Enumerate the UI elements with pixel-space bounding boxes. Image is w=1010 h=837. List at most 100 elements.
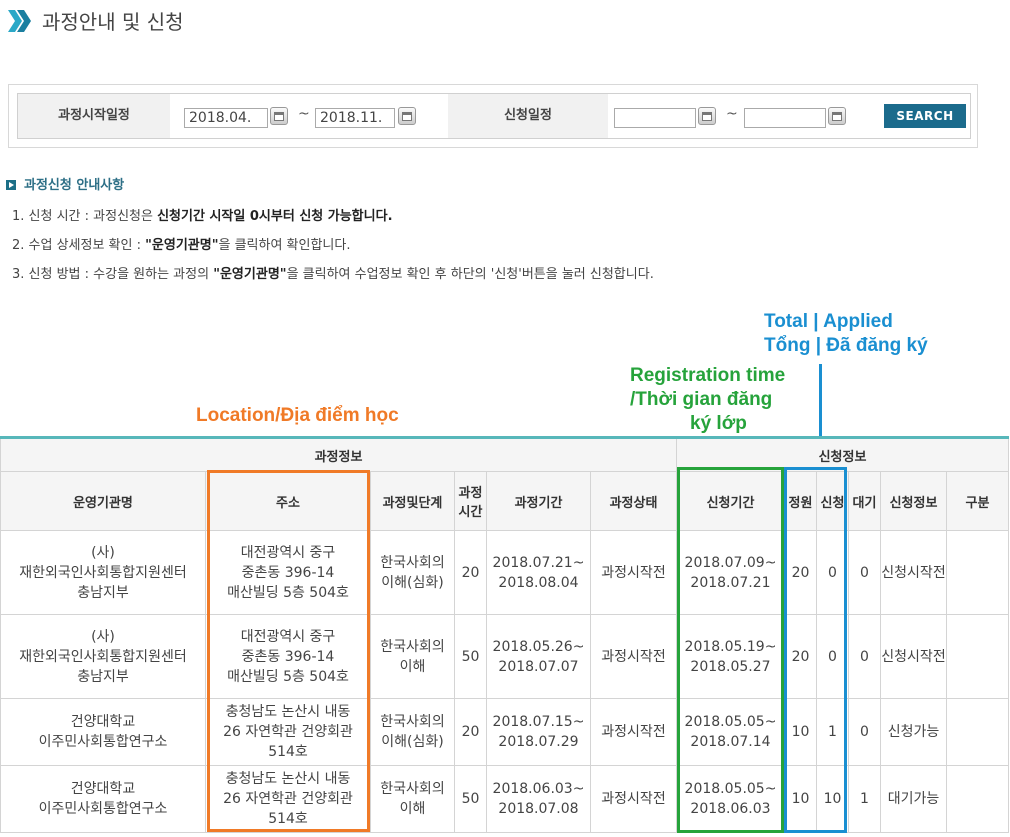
period-line: 2018.05.26~ (492, 638, 585, 655)
table-header-row: 운영기관명 주소 과정및단계 과정 시간 과정기간 과정상태 신청기간 정원 신청… (0, 471, 1009, 531)
notice-item-2: 2. 수업 상세정보 확인 : "운영기관명"을 클릭하여 확인합니다. (12, 234, 350, 253)
course-start-label: 과정시작일정 (18, 94, 170, 138)
capacity-cell: 20 (784, 614, 817, 699)
org-link[interactable]: (사) 재한외국인사회통합지원센터 충남지부 (0, 530, 206, 615)
status-cell: 과정시작전 (590, 614, 677, 699)
col-apply-period: 신청기간 (676, 471, 785, 531)
period-line: 2018.07.08 (498, 801, 579, 817)
waiting-cell: 0 (848, 530, 881, 615)
hours-cell: 20 (454, 698, 487, 766)
course-start-to-input[interactable]: 2018.11. (315, 108, 395, 128)
col-hours: 과정 시간 (454, 471, 487, 531)
level-line: 한국사회의 (380, 781, 445, 797)
addr-line: 중촌동 396-14 (241, 564, 335, 581)
annotation-line: Tổng | Đã đăng ký (764, 335, 928, 356)
addr-line: 26 자연학관 건양회관 (223, 724, 353, 740)
org-line: 재한외국인사회통합지원센터 (19, 648, 187, 665)
level-line: 한국사회의 (380, 554, 445, 571)
waiting-cell: 0 (848, 614, 881, 699)
addr-line: 26 자연학관 건양회관 (223, 791, 353, 807)
hours-cell: 50 (454, 765, 487, 833)
double-chevron-icon (8, 10, 31, 32)
apply-line: 2018.05.05~ (684, 781, 777, 797)
notice-title: 과정신청 안내사항 (6, 174, 124, 193)
apply-line: 2018.05.19~ (684, 638, 777, 655)
org-link[interactable]: 건양대학교이주민사회통합연구소 (0, 765, 206, 833)
kind-cell (946, 698, 1009, 766)
addr-line: 충청남도 논산시 내동 (225, 771, 351, 787)
apply-from-input[interactable] (614, 108, 696, 128)
course-start-from-input[interactable]: 2018.04. (184, 108, 268, 128)
notice-emphasis: "운영기관명" (213, 267, 287, 282)
annotation-location: Location/Địa điểm học (196, 405, 399, 426)
apply-info-cell: 신청시작전 (880, 614, 947, 699)
page-header: 과정안내 및 신청 (0, 0, 1010, 40)
level-line: 이해 (399, 801, 426, 817)
apply-to-input[interactable] (744, 108, 826, 128)
annotation-total-applied: Total | Applied Tổng | Đã đăng ký (764, 310, 928, 358)
period-cell: 2018.07.21~ 2018.08.04 (486, 530, 591, 615)
apply-line: 2018.05.05~ (684, 714, 777, 730)
waiting-cell: 0 (848, 698, 881, 766)
col-waiting: 대기 (848, 471, 881, 531)
calendar-icon[interactable] (270, 107, 288, 125)
notice-emphasis: 신청기간 시작일 0시부터 신청 가능합니다. (157, 209, 393, 224)
notice-text: 2. 수업 상세정보 확인 : (12, 238, 146, 253)
search-button[interactable]: SEARCH (884, 104, 966, 128)
apply-info-cell: 대기가능 (880, 765, 947, 833)
applied-cell: 10 (816, 765, 849, 833)
level-line: 이해 (399, 658, 426, 675)
col-hours-l2: 시간 (458, 505, 483, 520)
apply-line: 2018.07.09~ (684, 554, 777, 571)
apply-info-cell: 신청가능 (880, 698, 947, 766)
apply-line: 2018.05.27 (690, 658, 771, 675)
annotation-line: /Thời gian đăng (630, 389, 773, 410)
status-cell: 과정시작전 (590, 530, 677, 615)
apply-period-cell: 2018.05.05~ 2018.07.14 (676, 698, 785, 766)
org-line: (사) (91, 544, 115, 561)
addr-line: 514호 (268, 811, 308, 827)
annotation-line: ký lớp (690, 413, 747, 434)
col-kind: 구분 (946, 471, 1009, 531)
notice-text: 1. 신청 시간 : 과정신청은 (12, 209, 158, 224)
org-line: 건양대학교 (70, 781, 136, 797)
addr-line: 대전광역시 중구 (240, 544, 336, 561)
org-link[interactable]: (사) 재한외국인사회통합지원센터 충남지부 (0, 614, 206, 699)
org-line: 이주민사회통합연구소 (38, 801, 168, 817)
notice-title-text: 과정신청 안내사항 (24, 178, 125, 193)
notice-text: 을 클릭하여 확인합니다. (218, 238, 351, 253)
col-apply-info: 신청정보 (880, 471, 947, 531)
kind-cell (946, 765, 1009, 833)
period-line: 2018.07.15~ (492, 714, 585, 730)
calendar-icon[interactable] (698, 107, 716, 125)
level-cell: 한국사회의 이해(심화) (370, 530, 455, 615)
table-row: (사) 재한외국인사회통합지원센터 충남지부 대전광역시 중구 중촌동 396-14 매… (0, 614, 1009, 699)
period-line: 2018.06.03~ (492, 781, 585, 797)
level-line: 이해(심화) (381, 734, 444, 750)
period-line: 2018.08.04 (498, 574, 579, 591)
group-course-info: 과정정보 (0, 437, 677, 472)
org-line: (사) (91, 628, 115, 645)
apply-line: 2018.07.21 (690, 574, 771, 591)
calendar-icon[interactable] (398, 107, 416, 125)
address-cell: 충청남도 논산시 내동 26 자연학관 건양회관 514호 (205, 698, 371, 766)
calendar-icon[interactable] (828, 107, 846, 125)
annotation-line: Total | Applied (764, 311, 893, 332)
period-cell: 2018.05.26~ 2018.07.07 (486, 614, 591, 699)
notice-item-3: 3. 신청 방법 : 수강을 원하는 과정의 "운영기관명"을 클릭하여 수업정… (12, 263, 654, 282)
org-link[interactable]: 건양대학교 이주민사회통합연구소 (0, 698, 206, 766)
hours-cell: 20 (454, 530, 487, 615)
table-row: (사) 재한외국인사회통합지원센터 충남지부 대전광역시 중구 중촌동 396-14 매… (0, 530, 1009, 615)
kind-cell (946, 614, 1009, 699)
course-table: 과정정보 신청정보 운영기관명 주소 과정및단계 과정 시간 과정기간 과정상태 … (0, 436, 1009, 833)
address-cell: 충청남도 논산시 내동 26 자연학관 건양회관 514호 (205, 765, 371, 833)
range-separator: ~ (726, 106, 738, 122)
waiting-cell: 1 (848, 765, 881, 833)
play-bullet-icon (6, 180, 16, 190)
period-cell: 2018.06.03~ 2018.07.08 (486, 765, 591, 833)
apply-info-cell: 신청시작전 (880, 530, 947, 615)
level-cell: 한국사회의이해 (370, 765, 455, 833)
status-cell: 과정시작전 (590, 765, 677, 833)
org-line: 재한외국인사회통합지원센터 (19, 564, 187, 581)
apply-line: 2018.07.14 (690, 734, 771, 750)
